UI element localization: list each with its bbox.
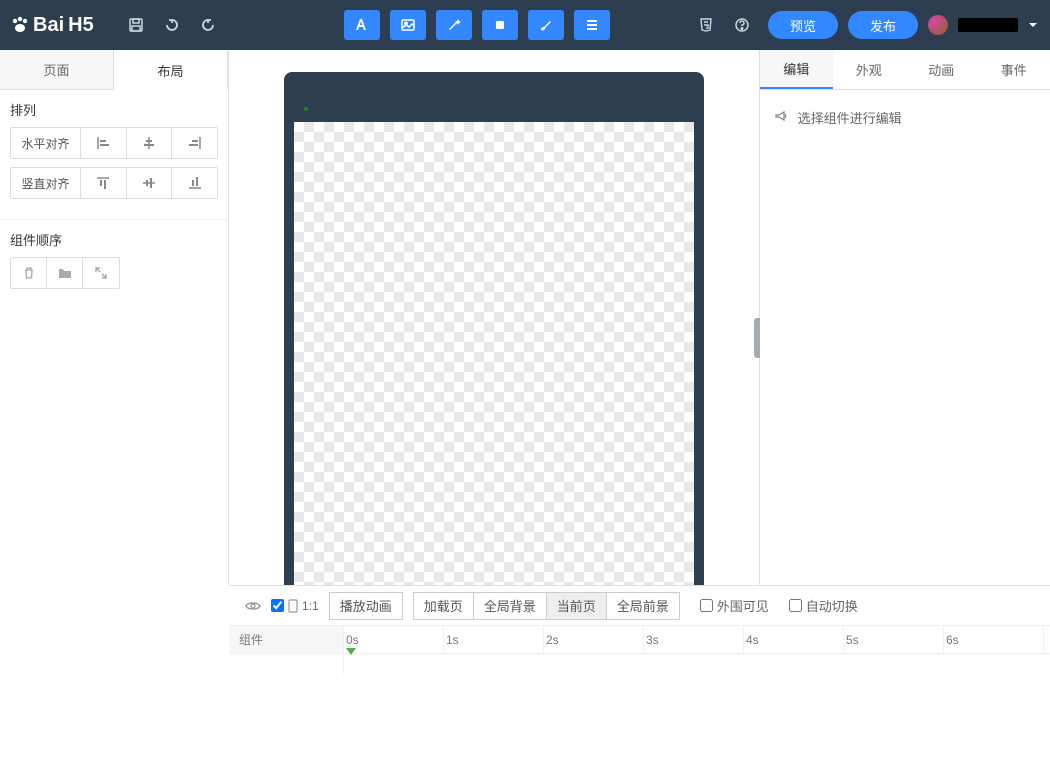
canvas-area: [229, 50, 759, 585]
tick-1: 1s: [444, 626, 544, 653]
help-button[interactable]: [728, 11, 756, 39]
halign-label: 水平对齐: [11, 128, 81, 158]
tick-4: 4s: [744, 626, 844, 653]
outside-visible-label: 外围可见: [717, 596, 769, 615]
top-bar: Bai H5: [0, 0, 1050, 50]
halign-row: 水平对齐: [10, 127, 218, 159]
tab-page[interactable]: 页面: [0, 50, 114, 89]
ratio-label: 1:1: [302, 599, 319, 613]
layer-segment: 加载页 全局背景 当前页 全局前景: [413, 592, 680, 620]
align-bottom-button[interactable]: [172, 168, 217, 198]
auto-switch-label: 自动切换: [806, 596, 858, 615]
chevron-down-icon[interactable]: [1028, 20, 1038, 30]
insert-shape-button[interactable]: [482, 10, 518, 40]
align-center-button[interactable]: [127, 128, 173, 158]
auto-switch-checkbox[interactable]: [789, 599, 802, 612]
timeline-panel: 1:1 播放动画 加载页 全局背景 当前页 全局前景 外围可见 自动切换 组件 …: [229, 585, 1050, 767]
tick-0: 0s: [344, 626, 444, 653]
timeline-ruler[interactable]: 0s 1s 2s 3s 4s 5s 6s: [344, 626, 1050, 653]
auto-switch-check[interactable]: 自动切换: [789, 596, 858, 615]
play-animation-button[interactable]: 播放动画: [329, 592, 403, 620]
ratio-control[interactable]: 1:1: [271, 599, 319, 613]
right-panel: 编辑 外观 动画 事件 选择组件进行编辑: [759, 50, 1050, 585]
right-panel-hint: 选择组件进行编辑: [760, 90, 1050, 145]
valign-row: 竖直对齐: [10, 167, 218, 199]
outside-visible-checkbox[interactable]: [700, 599, 713, 612]
logo: Bai H5: [0, 14, 110, 37]
order-section: 组件顺序: [0, 220, 228, 301]
preview-button[interactable]: 预览: [768, 11, 838, 39]
redo-button[interactable]: [194, 11, 222, 39]
align-top-button[interactable]: [81, 168, 127, 198]
timeline-body: [229, 654, 1050, 674]
megaphone-icon: [774, 111, 792, 126]
load-page-button[interactable]: 加载页: [413, 592, 473, 620]
left-panel: 页面 布局 排列 水平对齐 竖直对齐: [0, 50, 229, 585]
timeline-track[interactable]: [344, 654, 1050, 674]
playhead[interactable]: [346, 648, 356, 655]
tab-layout[interactable]: 布局: [114, 51, 228, 90]
current-page-button[interactable]: 当前页: [546, 592, 606, 620]
save-button[interactable]: [122, 11, 150, 39]
html5-icon[interactable]: [692, 11, 720, 39]
logo-text-a: Bai: [33, 14, 64, 37]
publish-button[interactable]: 发布: [848, 11, 918, 39]
timeline-toolbar: 1:1 播放动画 加载页 全局背景 当前页 全局前景 外围可见 自动切换: [229, 586, 1050, 626]
delete-button[interactable]: [11, 258, 47, 288]
canvas[interactable]: [294, 122, 694, 585]
global-fg-button[interactable]: 全局前景: [606, 592, 680, 620]
logo-text-b: H5: [68, 14, 94, 37]
tab-appearance[interactable]: 外观: [833, 50, 906, 89]
main: 页面 布局 排列 水平对齐 竖直对齐: [0, 50, 1050, 585]
ratio-checkbox[interactable]: [271, 599, 284, 612]
file-actions: [110, 11, 234, 39]
insert-form-button[interactable]: [574, 10, 610, 40]
tick-2: 2s: [544, 626, 644, 653]
left-tabs: 页面 布局: [0, 50, 228, 90]
tab-events[interactable]: 事件: [978, 50, 1050, 89]
insert-text-button[interactable]: [344, 10, 380, 40]
tick-3: 3s: [644, 626, 744, 653]
hint-text: 选择组件进行编辑: [798, 111, 902, 126]
help-group: [680, 11, 768, 39]
eye-icon[interactable]: [245, 598, 261, 614]
right-tabs: 编辑 外观 动画 事件: [760, 50, 1050, 90]
folder-button[interactable]: [47, 258, 83, 288]
tick-6: 6s: [944, 626, 1044, 653]
arrange-section: 排列 水平对齐 竖直对齐: [0, 90, 228, 220]
user-name[interactable]: [958, 18, 1018, 32]
paw-icon: [10, 15, 30, 35]
tick-5: 5s: [844, 626, 944, 653]
insert-brush-button[interactable]: [528, 10, 564, 40]
tab-edit[interactable]: 编辑: [760, 50, 833, 89]
insert-effect-button[interactable]: [436, 10, 472, 40]
insert-image-button[interactable]: [390, 10, 426, 40]
outside-visible-check[interactable]: 外围可见: [700, 596, 769, 615]
global-bg-button[interactable]: 全局背景: [473, 592, 546, 620]
order-title: 组件顺序: [10, 230, 218, 249]
device-frame: [284, 72, 704, 585]
valign-label: 竖直对齐: [11, 168, 81, 198]
align-right-button[interactable]: [172, 128, 217, 158]
align-middle-button[interactable]: [127, 168, 173, 198]
device-icon: [288, 599, 298, 613]
arrange-title: 排列: [10, 100, 218, 119]
undo-button[interactable]: [158, 11, 186, 39]
panel-collapse-handle[interactable]: [754, 318, 760, 358]
indicator-dot: [304, 107, 308, 111]
tab-animation[interactable]: 动画: [905, 50, 978, 89]
right-tools: 预览 发布: [768, 11, 1050, 39]
align-left-button[interactable]: [81, 128, 127, 158]
insert-tools: [344, 10, 610, 40]
avatar[interactable]: [928, 15, 948, 35]
component-column-header: 组件: [229, 626, 344, 653]
expand-button[interactable]: [83, 258, 119, 288]
timeline-body-label: [229, 654, 344, 674]
